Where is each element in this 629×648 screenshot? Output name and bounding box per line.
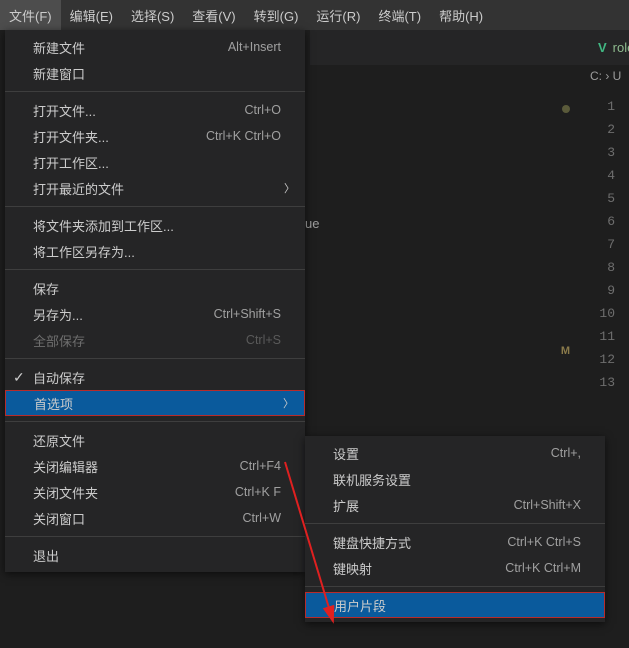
separator — [5, 269, 305, 270]
preferences-submenu: 设置Ctrl+, 联机服务设置 扩展Ctrl+Shift+X 键盘快捷方式Ctr… — [305, 436, 605, 622]
line-number-gutter: 1 2 3 4 5 6 7 8 9 10 11 12 13 — [569, 95, 629, 394]
line-number: 6 — [569, 210, 629, 233]
tab-bar: V role — [310, 30, 629, 65]
editor-tab[interactable]: V role — [590, 30, 629, 65]
line-number: 11 — [569, 325, 629, 348]
separator — [5, 206, 305, 207]
separator — [305, 586, 605, 587]
separator — [5, 91, 305, 92]
chevron-right-icon: 〉 — [284, 180, 295, 196]
submenu-settings[interactable]: 设置Ctrl+, — [305, 440, 605, 466]
line-number: 9 — [569, 279, 629, 302]
menu-open-folder[interactable]: 打开文件夹...Ctrl+K Ctrl+O — [5, 123, 305, 149]
submenu-extensions[interactable]: 扩展Ctrl+Shift+X — [305, 492, 605, 518]
line-number: 7 — [569, 233, 629, 256]
tab-filename: role — [613, 40, 629, 55]
file-menu-dropdown: 新建文件Alt+Insert 新建窗口 打开文件...Ctrl+O 打开文件夹.… — [5, 30, 305, 572]
menu-open-file[interactable]: 打开文件...Ctrl+O — [5, 97, 305, 123]
menu-run[interactable]: 运行(R) — [307, 0, 369, 30]
menu-close-window[interactable]: 关闭窗口Ctrl+W — [5, 505, 305, 531]
menu-open-workspace[interactable]: 打开工作区... — [5, 149, 305, 175]
menu-add-folder-workspace[interactable]: 将文件夹添加到工作区... — [5, 212, 305, 238]
line-number: 13 — [569, 371, 629, 394]
menu-terminal[interactable]: 终端(T) — [369, 0, 430, 30]
editor-text-fragment: ue — [305, 216, 319, 231]
menu-revert-file[interactable]: 还原文件 — [5, 427, 305, 453]
menu-save-all: 全部保存Ctrl+S — [5, 327, 305, 353]
menu-save[interactable]: 保存 — [5, 275, 305, 301]
line-number: 12 — [569, 348, 629, 371]
line-number: 2 — [569, 118, 629, 141]
menu-selection[interactable]: 选择(S) — [122, 0, 183, 30]
menu-open-recent[interactable]: 打开最近的文件〉 — [5, 175, 305, 201]
menu-go[interactable]: 转到(G) — [245, 0, 308, 30]
submenu-online-services[interactable]: 联机服务设置 — [305, 466, 605, 492]
line-number: 10 — [569, 302, 629, 325]
check-icon: ✓ — [13, 369, 25, 386]
submenu-keymaps[interactable]: 键映射Ctrl+K Ctrl+M — [305, 555, 605, 581]
menu-auto-save[interactable]: ✓自动保存 — [5, 364, 305, 390]
menu-file[interactable]: 文件(F) — [0, 0, 61, 30]
breadcrumb[interactable]: C: › U — [310, 65, 629, 87]
separator — [5, 421, 305, 422]
line-number: 8 — [569, 256, 629, 279]
menu-close-editor[interactable]: 关闭编辑器Ctrl+F4 — [5, 453, 305, 479]
separator — [5, 536, 305, 537]
submenu-keyboard-shortcuts[interactable]: 键盘快捷方式Ctrl+K Ctrl+S — [305, 529, 605, 555]
menubar: 文件(F) 编辑(E) 选择(S) 查看(V) 转到(G) 运行(R) 终端(T… — [0, 0, 629, 30]
chevron-right-icon: 〉 — [283, 395, 294, 411]
line-number: 1 — [569, 95, 629, 118]
vue-file-icon: V — [598, 40, 607, 55]
menu-help[interactable]: 帮助(H) — [430, 0, 492, 30]
menu-edit[interactable]: 编辑(E) — [61, 0, 122, 30]
separator — [5, 358, 305, 359]
menu-preferences[interactable]: 首选项〉 — [5, 390, 305, 416]
menu-view[interactable]: 查看(V) — [183, 0, 244, 30]
menu-save-as[interactable]: 另存为...Ctrl+Shift+S — [5, 301, 305, 327]
submenu-user-snippets[interactable]: 用户片段 — [305, 592, 605, 618]
menu-close-folder[interactable]: 关闭文件夹Ctrl+K F — [5, 479, 305, 505]
separator — [305, 523, 605, 524]
line-number: 4 — [569, 164, 629, 187]
line-number: 3 — [569, 141, 629, 164]
menu-save-workspace-as[interactable]: 将工作区另存为... — [5, 238, 305, 264]
menu-exit[interactable]: 退出 — [5, 542, 305, 568]
menu-new-file[interactable]: 新建文件Alt+Insert — [5, 34, 305, 60]
line-number: 5 — [569, 187, 629, 210]
menu-new-window[interactable]: 新建窗口 — [5, 60, 305, 86]
